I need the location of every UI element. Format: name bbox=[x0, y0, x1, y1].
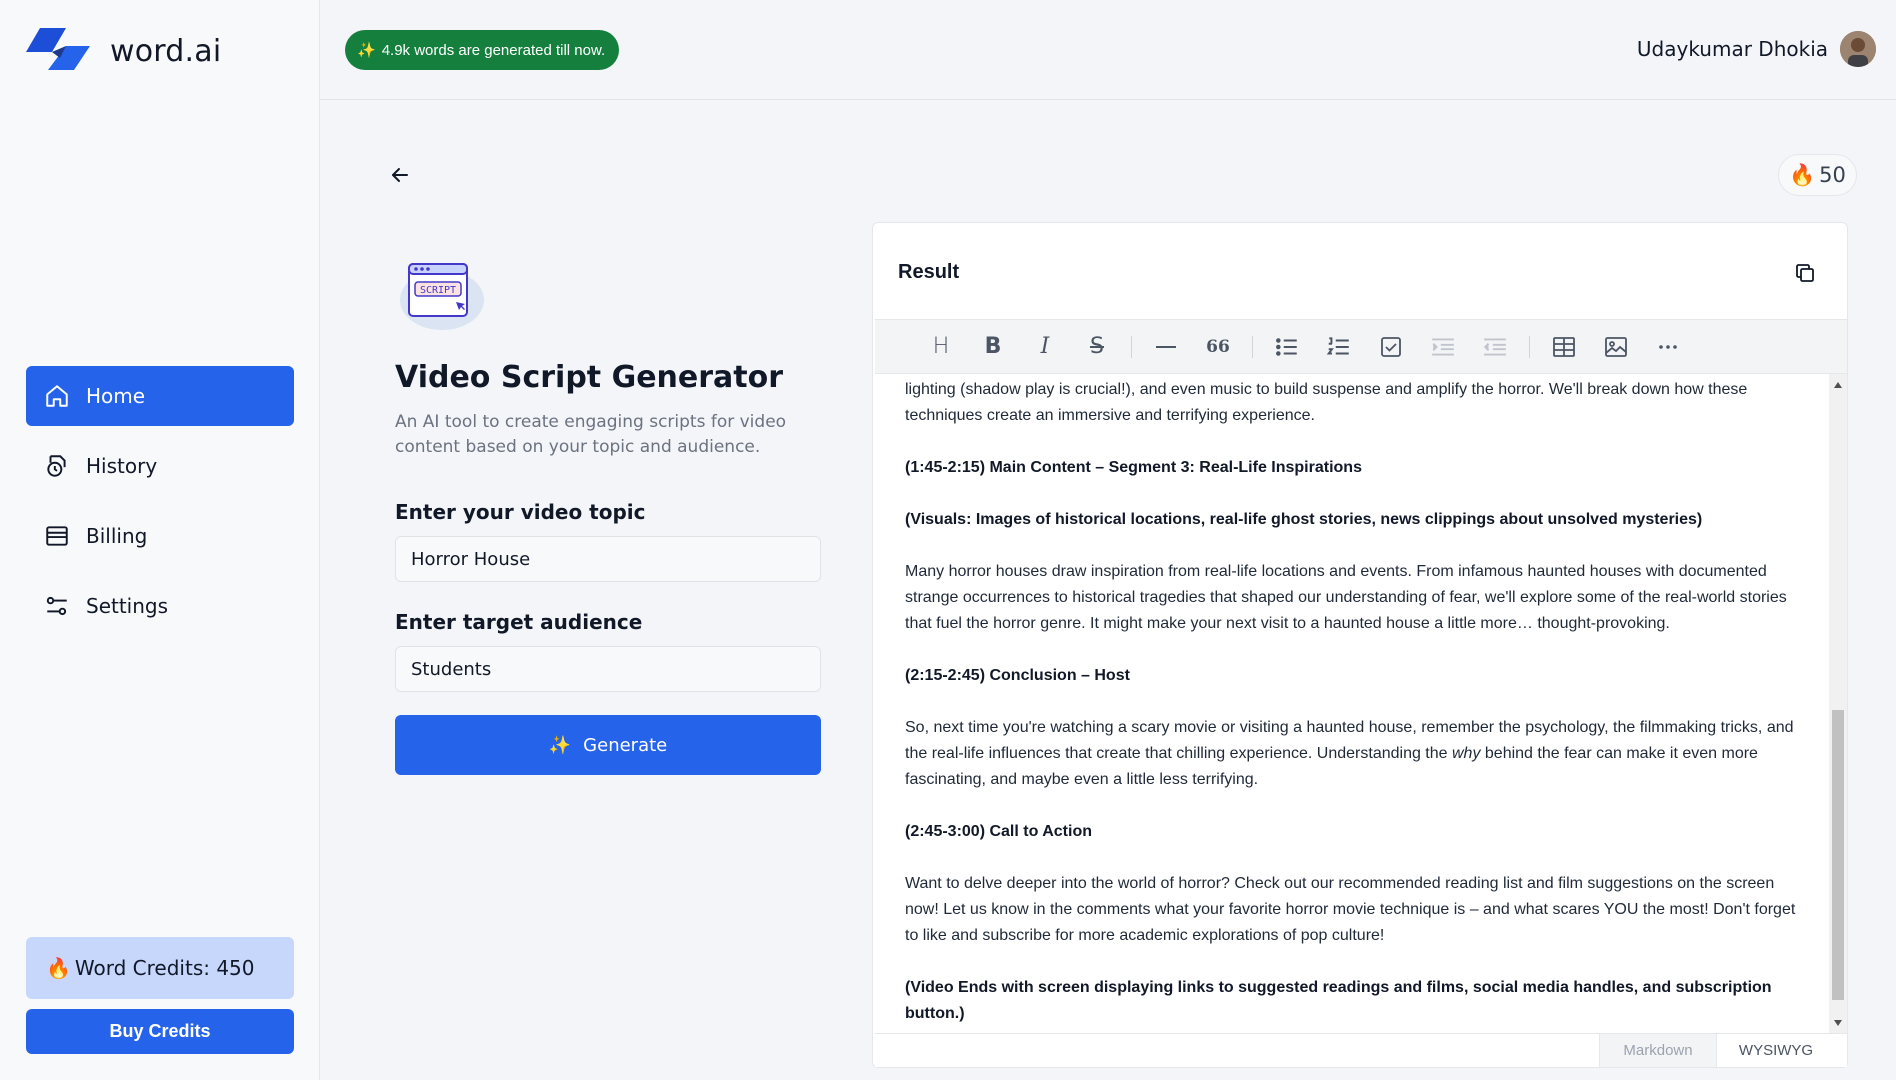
indent-button[interactable] bbox=[1417, 327, 1469, 367]
bullet-list-button[interactable] bbox=[1261, 327, 1313, 367]
page-title: Video Script Generator bbox=[395, 360, 784, 395]
result-heading: (Video Ends with screen displaying links… bbox=[905, 979, 1772, 1022]
outdent-button[interactable] bbox=[1469, 327, 1521, 367]
tool-description: An AI tool to create engaging scripts fo… bbox=[395, 412, 787, 457]
brand-name: word.ai bbox=[110, 33, 222, 69]
markdown-editor: H B I S 66 lighting (shadow play is cruc… bbox=[875, 319, 1847, 1067]
user-name: Udaykumar Dhokia bbox=[1636, 37, 1828, 61]
sidebar-item-history[interactable]: History bbox=[26, 436, 294, 496]
sparkles-icon: ✨ bbox=[357, 42, 376, 59]
strikethrough-icon: S bbox=[1090, 334, 1104, 359]
result-header: Result bbox=[873, 223, 1847, 319]
quote-button[interactable]: 66 bbox=[1192, 327, 1244, 367]
italic-button[interactable]: I bbox=[1019, 327, 1071, 367]
result-paragraph: So, next time you're watching a scary mo… bbox=[905, 715, 1797, 793]
fire-icon: 🔥 bbox=[46, 956, 71, 980]
audience-label: Enter target audience bbox=[395, 610, 643, 634]
back-arrow-icon[interactable] bbox=[388, 163, 412, 187]
table-button[interactable] bbox=[1538, 327, 1590, 367]
scroll-down-icon[interactable] bbox=[1834, 1020, 1842, 1026]
sidebar-item-settings[interactable]: Settings bbox=[26, 576, 294, 636]
sidebar-item-label: History bbox=[86, 454, 158, 478]
more-button[interactable] bbox=[1642, 327, 1694, 367]
settings-icon bbox=[42, 591, 72, 621]
task-list-button[interactable] bbox=[1365, 327, 1417, 367]
ordered-list-button[interactable] bbox=[1313, 327, 1365, 367]
result-heading: (1:45-2:15) Main Content – Segment 3: Re… bbox=[905, 459, 1362, 476]
table-icon bbox=[1553, 336, 1575, 357]
result-heading: (2:15-2:45) Conclusion – Host bbox=[905, 667, 1130, 684]
fire-count-badge: 🔥 50 bbox=[1778, 154, 1857, 196]
bold-button[interactable]: B bbox=[967, 327, 1019, 367]
result-card: Result H B I S 66 lighting (shadow play … bbox=[872, 222, 1848, 1068]
checkbox-icon bbox=[1381, 336, 1401, 357]
heading-button[interactable]: H bbox=[915, 327, 967, 367]
topic-input[interactable] bbox=[395, 536, 821, 582]
generate-button[interactable]: ✨ Generate bbox=[395, 715, 821, 775]
result-italic-segment: why bbox=[1452, 745, 1481, 762]
buy-credits-button[interactable]: Buy Credits bbox=[26, 1009, 294, 1054]
word-credits-text: Word Credits: 450 bbox=[74, 956, 255, 980]
user-menu[interactable]: Udaykumar Dhokia bbox=[1637, 31, 1876, 67]
script-icon: SCRIPT bbox=[400, 263, 484, 330]
more-icon bbox=[1659, 344, 1677, 349]
toolbar-divider bbox=[1131, 335, 1132, 358]
home-icon bbox=[42, 381, 72, 411]
result-heading: (Visuals: Images of historical locations… bbox=[905, 511, 1703, 528]
strikethrough-button[interactable]: S bbox=[1071, 327, 1123, 367]
word-credits-box: 🔥 Word Credits: 450 bbox=[26, 937, 294, 999]
indent-icon bbox=[1432, 337, 1454, 356]
copy-icon[interactable] bbox=[1793, 261, 1817, 285]
sidebar-nav: Home History Billing Settings bbox=[26, 366, 294, 646]
outdent-icon bbox=[1483, 337, 1506, 356]
generate-label: Generate bbox=[583, 734, 668, 756]
result-paragraph: Many horror houses draw inspiration from… bbox=[905, 563, 1787, 632]
heading-icon: H bbox=[932, 334, 950, 359]
quote-icon: 66 bbox=[1206, 336, 1230, 357]
editor-content[interactable]: lighting (shadow play is crucial!), and … bbox=[875, 374, 1827, 1034]
image-icon bbox=[1605, 336, 1627, 357]
sidebar-item-label: Home bbox=[86, 384, 146, 408]
wysiwyg-mode-tab[interactable]: WYSIWYG bbox=[1717, 1034, 1835, 1067]
history-icon bbox=[42, 451, 72, 481]
topic-label: Enter your video topic bbox=[395, 500, 646, 524]
sparkles-icon: ✨ bbox=[548, 734, 572, 756]
sidebar: word.ai Home History Billing Settings 🔥 … bbox=[0, 0, 320, 1080]
avatar[interactable] bbox=[1840, 31, 1876, 67]
toolbar-divider bbox=[1529, 335, 1530, 358]
logo-icon bbox=[26, 28, 90, 70]
audience-input[interactable] bbox=[395, 646, 821, 692]
bold-icon: B bbox=[984, 334, 1002, 359]
result-paragraph: Want to delve deeper into the world of h… bbox=[905, 875, 1796, 944]
ordered-list-icon bbox=[1326, 336, 1349, 354]
sidebar-item-label: Settings bbox=[86, 594, 169, 618]
horizontal-rule-icon bbox=[1156, 345, 1176, 348]
toolbar-divider bbox=[1252, 335, 1253, 358]
scroll-up-icon[interactable] bbox=[1834, 382, 1842, 388]
italic-icon: I bbox=[1040, 334, 1050, 359]
editor-mode-bar: Markdown WYSIWYG bbox=[875, 1033, 1847, 1067]
markdown-mode-tab[interactable]: Markdown bbox=[1599, 1034, 1717, 1067]
result-title: Result bbox=[898, 261, 960, 283]
result-heading: (2:45-3:00) Call to Action bbox=[905, 823, 1092, 840]
billing-icon bbox=[42, 521, 72, 551]
editor-scrollbar[interactable] bbox=[1829, 374, 1847, 1034]
horizontal-rule-button[interactable] bbox=[1140, 327, 1192, 367]
editor-toolbar: H B I S 66 bbox=[875, 320, 1847, 374]
scroll-thumb[interactable] bbox=[1832, 710, 1844, 1000]
fire-count-value: 50 bbox=[1819, 163, 1846, 187]
script-icon-text: SCRIPT bbox=[420, 285, 456, 296]
image-button[interactable] bbox=[1590, 327, 1642, 367]
fire-icon: 🔥 bbox=[1789, 162, 1816, 187]
brand-logo[interactable]: word.ai bbox=[26, 28, 221, 74]
sidebar-item-billing[interactable]: Billing bbox=[26, 506, 294, 566]
sidebar-item-home[interactable]: Home bbox=[26, 366, 294, 426]
top-header: ✨ 4.9k words are generated till now. Uda… bbox=[320, 0, 1896, 100]
words-generated-badge: ✨ 4.9k words are generated till now. bbox=[345, 30, 620, 70]
result-paragraph: lighting (shadow play is crucial!), and … bbox=[905, 381, 1748, 424]
bullet-list-icon bbox=[1276, 337, 1297, 356]
badge-text: 4.9k words are generated till now. bbox=[381, 41, 606, 59]
sidebar-item-label: Billing bbox=[86, 524, 148, 548]
